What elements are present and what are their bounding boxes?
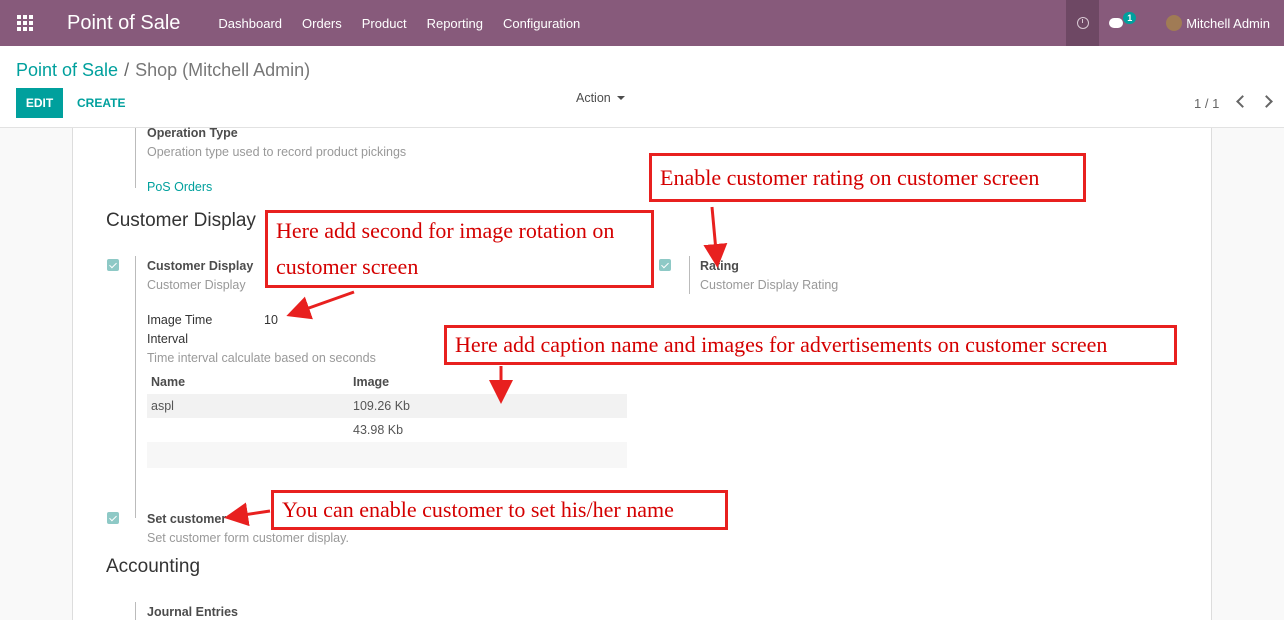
chevron-right-icon[interactable]	[1260, 95, 1273, 108]
column-image-header[interactable]: Image	[353, 375, 627, 389]
operation-type-help: Operation type used to record product pi…	[147, 145, 407, 159]
chat-count-badge: 1	[1123, 12, 1137, 24]
customer-display-label: Customer Display	[147, 259, 254, 273]
breadcrumb-root-link[interactable]: Point of Sale	[16, 60, 118, 80]
avatar	[1166, 15, 1183, 31]
section-customer-display: Customer Display	[106, 210, 256, 231]
menu-reporting[interactable]: Reporting	[417, 16, 493, 31]
control-panel: Point of Sale / Shop (Mitchell Admin) EDIT…	[0, 46, 1284, 128]
image-time-label-line2: Interval	[147, 332, 188, 346]
caret-down-icon	[616, 96, 625, 100]
menu-orders[interactable]: Orders	[292, 16, 352, 31]
rating-label: Rating	[700, 259, 739, 273]
table-row[interactable]: 43.98 Kb	[147, 418, 627, 442]
column-name-header[interactable]: Name	[147, 375, 353, 389]
user-menu[interactable]: Mitchell Admin	[1166, 15, 1270, 31]
app-brand[interactable]: Point of Sale	[67, 12, 180, 35]
divider	[135, 256, 136, 518]
annotation-caption-images: Here add caption name and images for adv…	[444, 325, 1177, 365]
set-customer-label: Set customer	[147, 512, 227, 526]
pos-orders-link[interactable]: PoS Orders	[147, 180, 212, 194]
image-time-help: Time interval calculate based on seconds	[147, 351, 376, 365]
action-label: Action	[576, 91, 611, 105]
image-time-label: Image Time	[147, 313, 213, 327]
annotation-rotation-line1: Here add second for image rotation on	[276, 218, 615, 243]
top-navbar: Point of Sale Dashboard Orders Product R…	[0, 0, 1284, 46]
operation-type-label: Operation Type	[147, 126, 238, 140]
user-name: Mitchell Admin	[1186, 15, 1270, 31]
table-row[interactable]: aspl 109.26 Kb	[147, 394, 627, 418]
messaging-chat-icon[interactable]: 1	[1109, 0, 1139, 46]
divider	[135, 128, 136, 188]
journal-entries-label: Journal Entries	[147, 605, 238, 619]
chevron-left-icon[interactable]	[1236, 95, 1249, 108]
activity-clock-icon[interactable]	[1066, 0, 1100, 46]
create-button[interactable]: CREATE	[77, 88, 125, 118]
annotation-rotation-line2: customer screen	[276, 254, 419, 279]
cell-image: 109.26 Kb	[353, 399, 410, 413]
image-time-value[interactable]: 10	[264, 313, 278, 327]
rating-checkbox[interactable]	[659, 259, 671, 271]
menu-product[interactable]: Product	[352, 16, 417, 31]
pager-value[interactable]: 1 / 1	[1194, 96, 1219, 111]
breadcrumb: Point of Sale / Shop (Mitchell Admin)	[16, 60, 310, 81]
breadcrumb-separator: /	[124, 60, 130, 80]
divider	[689, 256, 690, 294]
edit-button[interactable]: EDIT	[16, 88, 63, 118]
annotation-rating: Enable customer rating on customer scree…	[649, 153, 1086, 202]
annotation-image-rotation: Here add second for image rotation on cu…	[265, 210, 654, 288]
divider	[135, 602, 136, 620]
menu-configuration[interactable]: Configuration	[493, 16, 590, 31]
section-accounting: Accounting	[106, 556, 201, 577]
action-dropdown[interactable]: Action	[576, 91, 625, 105]
set-customer-checkbox[interactable]	[107, 512, 119, 524]
breadcrumb-current: Shop (Mitchell Admin)	[135, 60, 311, 80]
rating-help: Customer Display Rating	[700, 278, 839, 292]
customer-display-checkbox[interactable]	[107, 259, 119, 271]
table-header: Name Image	[147, 370, 627, 394]
menu-dashboard[interactable]: Dashboard	[208, 16, 292, 31]
table-empty-row	[147, 442, 627, 468]
cell-name: aspl	[151, 399, 174, 413]
annotation-set-customer: You can enable customer to set his/her n…	[271, 490, 728, 530]
advertisement-images-table: Name Image aspl 109.26 Kb 43.98 Kb	[147, 370, 627, 468]
cell-image: 43.98 Kb	[353, 423, 404, 437]
set-customer-help: Set customer form customer display.	[147, 531, 349, 545]
apps-menu-icon[interactable]	[0, 0, 50, 46]
customer-display-help: Customer Display	[147, 278, 246, 292]
